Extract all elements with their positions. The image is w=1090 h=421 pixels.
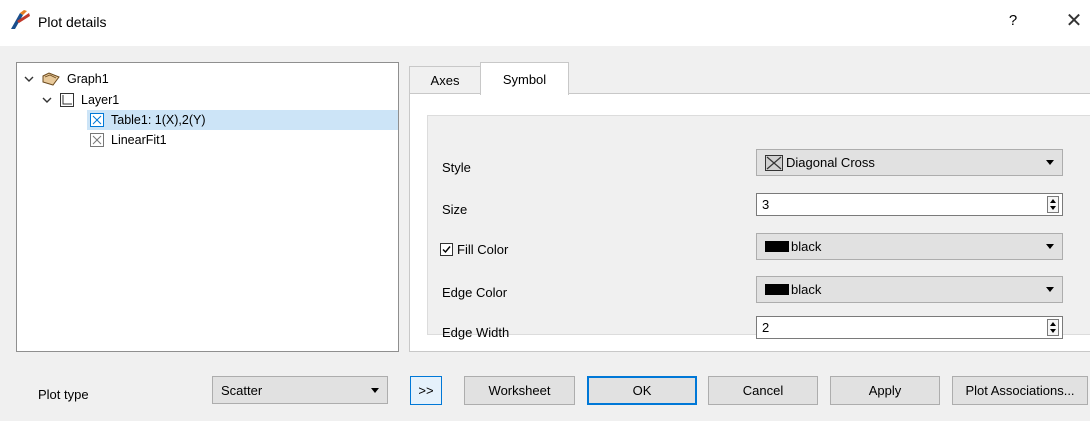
dialog-body: Graph1 Layer1 Table1: 1(X),2(Y) LinearFi… <box>0 46 1090 421</box>
fill-color-value: black <box>791 239 822 254</box>
spin-up-down-icon <box>1050 199 1056 210</box>
size-label: Size <box>442 202 468 217</box>
style-value: Diagonal Cross <box>786 155 875 170</box>
style-label: Style <box>442 160 471 175</box>
scatter-plot-icon <box>90 113 104 127</box>
graph-folder-icon <box>42 72 60 86</box>
size-spin-buttons[interactable] <box>1047 196 1059 213</box>
expand-collapse-button[interactable]: >> <box>410 376 442 405</box>
tab-symbol[interactable]: Symbol <box>480 62 569 95</box>
tree-item-graph1[interactable]: Graph1 <box>23 69 109 89</box>
chevron-down-icon[interactable] <box>41 94 53 106</box>
color-swatch <box>765 284 789 295</box>
plot-associations-button[interactable]: Plot Associations... <box>952 376 1088 405</box>
fill-color-checkbox[interactable] <box>440 243 453 256</box>
chevron-down-icon <box>1046 287 1054 292</box>
plot-type-value: Scatter <box>221 382 263 398</box>
plot-type-label: Plot type <box>38 387 89 402</box>
apply-button[interactable]: Apply <box>830 376 940 405</box>
tree-item-label: Graph1 <box>67 72 109 86</box>
style-dropdown[interactable]: Diagonal Cross <box>756 149 1063 176</box>
fill-color-label: Fill Color <box>457 242 509 257</box>
chevron-down-icon <box>1046 160 1054 165</box>
tree-item-linearfit1[interactable]: LinearFit1 <box>89 130 167 150</box>
tree-item-layer1[interactable]: Layer1 <box>41 90 119 110</box>
fill-color-toggle[interactable]: Fill Color <box>440 242 508 257</box>
fill-color-dropdown[interactable]: black <box>756 233 1063 260</box>
color-swatch <box>765 241 789 252</box>
close-button[interactable]: ✕ <box>1064 8 1084 33</box>
symbol-properties-group: Style Diagonal Cross Size 3 Fill Color b… <box>427 115 1090 340</box>
edge-width-value: 2 <box>762 320 770 335</box>
help-button[interactable]: ? <box>1006 12 1020 29</box>
edge-color-label: Edge Color <box>442 285 508 300</box>
diagonal-cross-icon <box>765 154 783 171</box>
size-value: 3 <box>762 197 770 212</box>
edge-width-label: Edge Width <box>442 325 510 340</box>
spin-up-down-icon <box>1050 322 1056 333</box>
edge-color-dropdown[interactable]: black <box>756 276 1063 303</box>
edge-color-value: black <box>791 282 822 297</box>
plot-tree[interactable]: Graph1 Layer1 Table1: 1(X),2(Y) LinearFi… <box>16 62 399 352</box>
window-title: Plot details <box>38 14 107 30</box>
chevron-down-icon <box>1046 244 1054 249</box>
tree-item-label: Table1: 1(X),2(Y) <box>111 113 206 127</box>
tab-axes[interactable]: Axes <box>409 66 481 94</box>
origin-app-icon <box>11 10 30 29</box>
ok-button[interactable]: OK <box>587 376 697 405</box>
symbol-tab-panel: Style Diagonal Cross Size 3 Fill Color b… <box>409 93 1090 352</box>
checkmark-icon <box>442 246 451 254</box>
edge-width-spinbox[interactable]: 2 <box>756 316 1063 339</box>
chevron-down-icon[interactable] <box>23 73 35 85</box>
title-bar: Plot details ? ✕ <box>0 0 1090 46</box>
tree-item-label: Layer1 <box>81 93 120 107</box>
worksheet-button[interactable]: Worksheet <box>464 376 575 405</box>
tree-item-table1[interactable]: Table1: 1(X),2(Y) <box>87 110 398 130</box>
size-spinbox[interactable]: 3 <box>756 193 1063 216</box>
cancel-button[interactable]: Cancel <box>708 376 818 405</box>
chevron-down-icon <box>371 388 379 393</box>
scatter-plot-icon <box>90 133 104 147</box>
edge-width-spin-buttons[interactable] <box>1047 319 1059 336</box>
layer-icon <box>60 93 74 107</box>
tree-item-label: LinearFit1 <box>111 133 167 147</box>
plot-type-dropdown[interactable]: Scatter <box>212 376 388 404</box>
